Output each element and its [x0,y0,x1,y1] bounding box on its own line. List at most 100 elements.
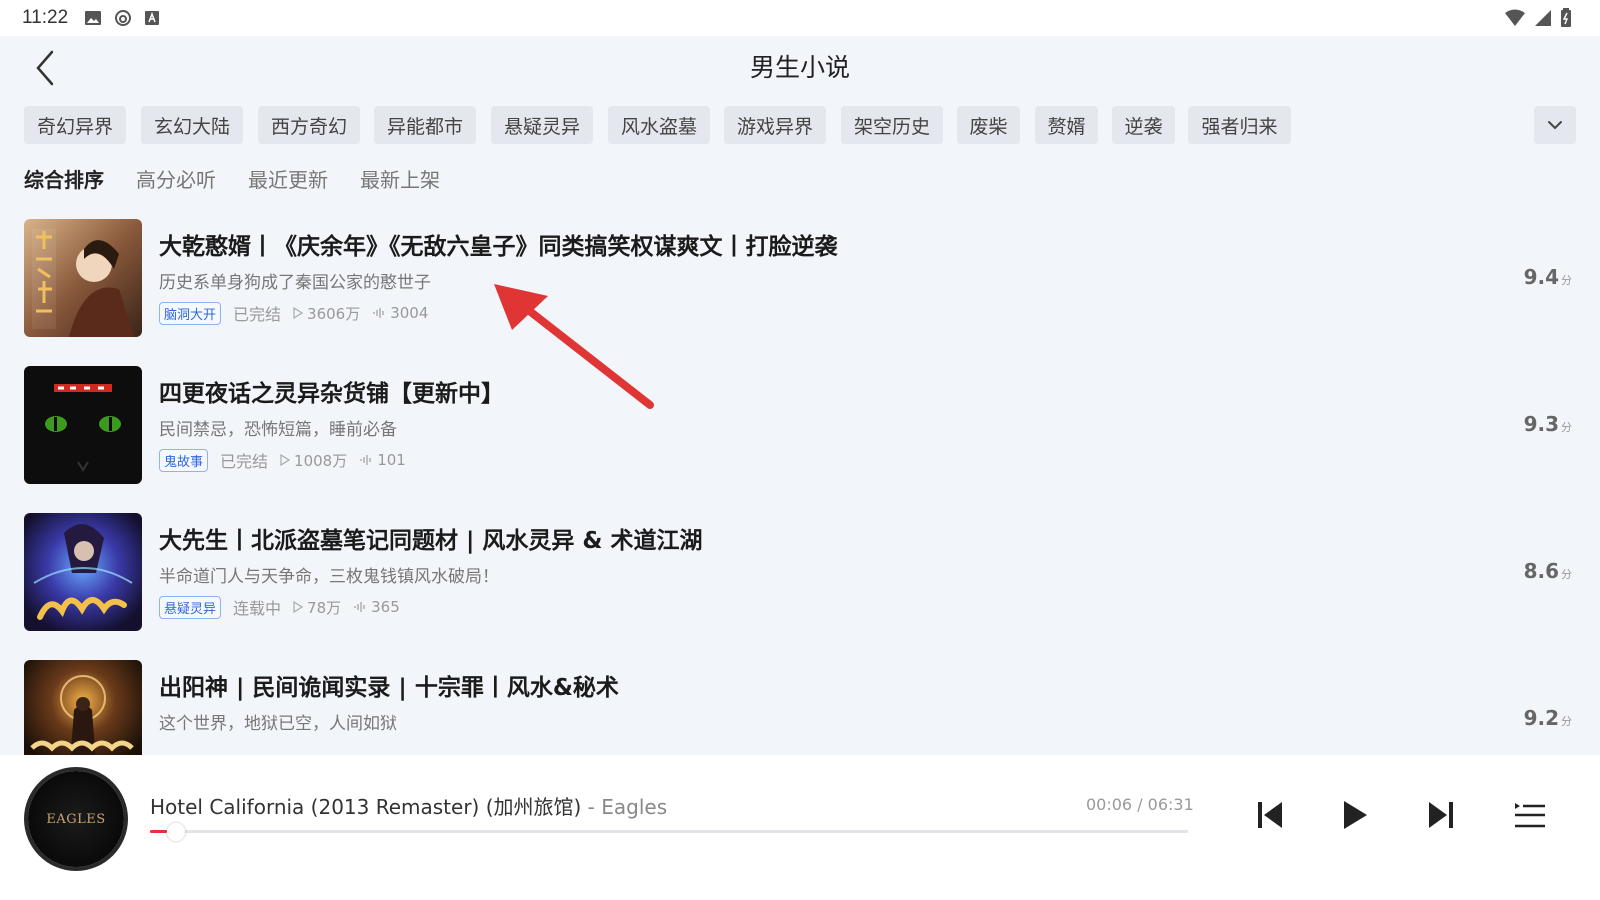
tag-item[interactable]: 逆袭 [1112,106,1175,144]
score-value: 9.4 [1523,265,1559,289]
skip-previous-icon [1258,802,1282,828]
tag-item[interactable]: 异能都市 [374,106,476,144]
play-count-icon [293,601,304,613]
image-notification-icon [85,11,102,25]
score-unit: 分 [1561,274,1572,287]
episode-count: 3004 [372,304,428,322]
track-info: Hotel California (2013 Remaster) (加州旅馆) … [150,791,667,820]
album-disc: EAGLES [28,771,124,867]
tag-item[interactable]: 悬疑灵异 [491,106,593,144]
tag-item[interactable]: 游戏异界 [724,106,826,144]
track-title: Hotel California (2013 Remaster) (加州旅馆) [150,795,582,819]
tag-item[interactable]: 玄幻大陆 [141,106,243,144]
score-value: 9.2 [1523,706,1559,730]
book-status: 已完结 [233,305,282,324]
episode-count: 365 [353,598,400,616]
status-bar: 11:22 [0,0,1600,36]
skip-next-icon [1429,802,1453,828]
play-count-icon [280,454,291,466]
play-count-value: 3606万 [307,304,361,323]
play-count: 78万 [293,597,341,618]
play-count-value: 1008万 [294,451,348,470]
episode-count-value: 101 [377,451,406,469]
audio-wave-icon [354,602,365,612]
score-unit: 分 [1561,568,1572,581]
book-meta: 脑洞大开 已完结 3606万 3004 [159,301,428,325]
progress-fill [150,830,167,833]
playlist-button[interactable] [1510,795,1550,835]
episode-count-value: 365 [371,598,400,616]
track-artist: - Eagles [581,795,668,819]
tag-item[interactable]: 强者归来 [1188,106,1291,144]
next-button[interactable] [1421,795,1461,835]
player-bar: EAGLES Hotel California (2013 Remaster) … [0,755,1600,900]
play-count: 3606万 [293,303,360,324]
time-readout: 00:06 / 06:31 [1086,795,1194,814]
genre-badge: 鬼故事 [159,448,209,472]
book-item[interactable]: 大先生丨北派盗墓笔记同题材 | 风水灵异 & 术道江湖 半命道门人与天争命，三枚… [24,513,1576,631]
play-button[interactable] [1335,795,1375,835]
book-description: 这个世界，地狱已空，人间如狱 [159,714,397,734]
progress-thumb[interactable] [166,823,185,841]
book-cover [24,513,142,631]
a-notification-icon [145,11,160,25]
book-item[interactable]: 四更夜话之灵异杂货铺【更新中】 民间禁忌，恐怖短篇，睡前必备 鬼故事 已完结 1… [24,366,1576,484]
book-description: 民间禁忌，恐怖短篇，睡前必备 [159,420,397,440]
genre-badge: 脑洞大开 [159,301,222,325]
book-item[interactable]: 出阳神 | 民间诡闻实录 | 十宗罪丨风水&秘术 这个世界，地狱已空，人间如狱 … [24,660,1576,755]
tag-item[interactable]: 风水盗墓 [608,106,710,144]
previous-button[interactable] [1250,795,1290,835]
play-count-icon [293,307,304,319]
audio-wave-icon [360,455,371,465]
book-title: 四更夜话之灵异杂货铺【更新中】 [159,381,504,407]
progress-bar[interactable] [150,823,1188,841]
audio-wave-icon [373,308,384,318]
play-count-value: 78万 [307,598,342,617]
album-art[interactable]: EAGLES [24,765,142,883]
book-item[interactable]: 大乾憨婿丨《庆余年》《无敌六皇子》同类搞笑权谋爽文丨打脸逆袭 历史系单身狗成了秦… [24,219,1576,337]
sort-recent-update[interactable]: 最近更新 [248,164,328,193]
sync-notification-icon [115,10,132,26]
tag-item[interactable]: 废柴 [957,106,1020,144]
episode-count: 101 [359,451,406,469]
tag-item[interactable]: 赘婿 [1035,106,1098,144]
playlist-icon [1515,803,1545,828]
header: 男生小说 [0,36,1600,100]
genre-badge: 悬疑灵异 [159,595,222,619]
signal-icon [1535,10,1551,26]
book-cover [24,660,142,755]
book-description: 历史系单身狗成了秦国公家的憨世子 [159,273,431,293]
sort-comprehensive[interactable]: 综合排序 [24,164,104,193]
book-title: 出阳神 | 民间诡闻实录 | 十宗罪丨风水&秘术 [159,675,619,701]
episode-count-value: 3004 [390,304,429,322]
battery-icon [1561,8,1571,27]
book-cover [24,219,142,337]
book-cover [24,366,142,484]
tag-item[interactable]: 架空历史 [841,106,943,144]
book-score: 9.4 分 [1524,265,1572,289]
book-title: 大先生丨北派盗墓笔记同题材 | 风水灵异 & 术道江湖 [159,528,703,554]
sort-high-score[interactable]: 高分必听 [136,164,216,193]
category-tags: 奇幻异界 玄幻大陆 西方奇幻 异能都市 悬疑灵异 风水盗墓 游戏异界 架空历史 … [24,106,1576,146]
score-value: 9.3 [1523,412,1559,436]
book-score: 8.6 分 [1524,559,1572,583]
sort-newest[interactable]: 最新上架 [360,164,440,193]
book-list: 大乾憨婿丨《庆余年》《无敌六皇子》同类搞笑权谋爽文丨打脸逆袭 历史系单身狗成了秦… [0,219,1600,755]
page-title: 男生小说 [749,53,850,82]
book-status: 连载中 [233,599,282,618]
book-score: 9.2 分 [1524,706,1572,730]
tag-item[interactable]: 奇幻异界 [24,106,126,144]
score-unit: 分 [1561,421,1572,434]
score-unit: 分 [1561,715,1572,728]
play-count: 1008万 [280,450,347,471]
expand-tags-button[interactable] [1534,106,1576,144]
book-description: 半命道门人与天争命，三枚鬼钱镇风水破局！ [159,567,499,587]
wifi-icon [1505,9,1525,26]
book-status: 已完结 [220,452,269,471]
tag-item[interactable]: 西方奇幻 [258,106,360,144]
play-icon [1344,801,1367,829]
book-score: 9.3 分 [1524,412,1572,436]
status-time: 11:22 [22,7,69,28]
book-meta: 悬疑灵异 连载中 78万 365 [159,595,400,619]
score-value: 8.6 [1523,559,1559,583]
